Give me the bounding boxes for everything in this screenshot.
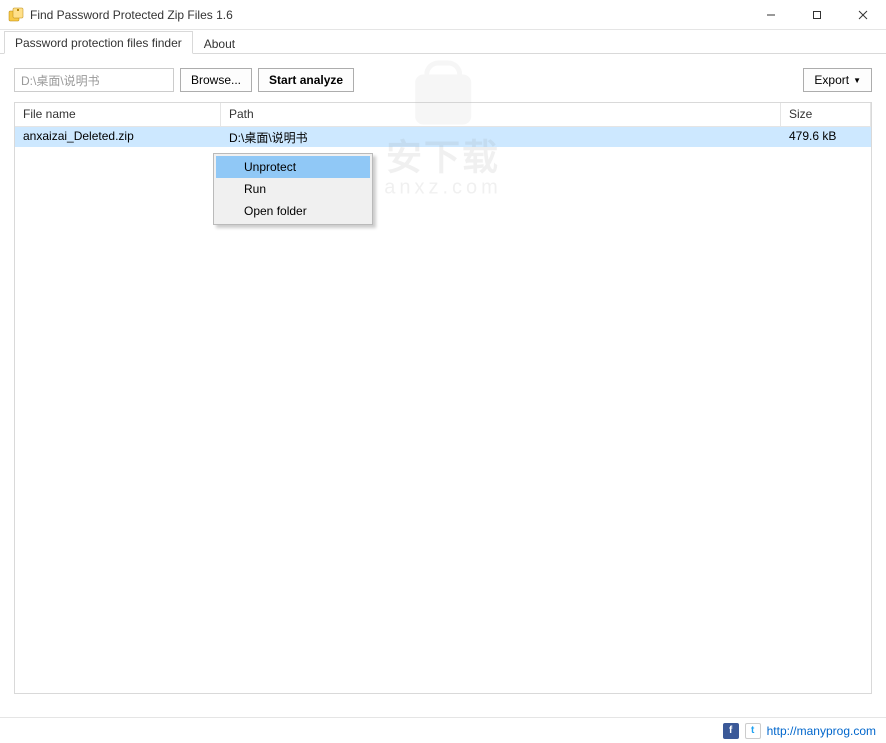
export-button[interactable]: Export ▼ (803, 68, 872, 92)
twitter-icon[interactable]: t (745, 723, 761, 739)
cell-filename: anxaizai_Deleted.zip (15, 127, 221, 147)
website-link[interactable]: http://manyprog.com (767, 724, 876, 738)
browse-button[interactable]: Browse... (180, 68, 252, 92)
app-icon (8, 7, 24, 23)
menu-item-open-folder[interactable]: Open folder (216, 200, 370, 222)
path-input[interactable] (14, 68, 174, 92)
toolbar: Browse... Start analyze Export ▼ (0, 54, 886, 102)
tab-finder[interactable]: Password protection files finder (4, 31, 193, 54)
close-button[interactable] (840, 0, 886, 29)
window-controls (748, 0, 886, 29)
cell-size: 479.6 kB (781, 127, 871, 147)
grid-body: anxaizai_Deleted.zip D:\桌面\说明书 479.6 kB … (15, 127, 871, 147)
menu-item-unprotect[interactable]: Unprotect (216, 156, 370, 178)
table-row[interactable]: anxaizai_Deleted.zip D:\桌面\说明书 479.6 kB (15, 127, 871, 147)
maximize-button[interactable] (794, 0, 840, 29)
cell-path: D:\桌面\说明书 (221, 127, 781, 147)
start-analyze-button[interactable]: Start analyze (258, 68, 354, 92)
column-header-size[interactable]: Size (781, 103, 871, 126)
window-title: Find Password Protected Zip Files 1.6 (30, 8, 748, 22)
results-grid: File name Path Size anxaizai_Deleted.zip… (14, 102, 872, 694)
watermark-text-2: anxz.com (384, 177, 502, 200)
export-label: Export (814, 73, 849, 87)
tab-about[interactable]: About (193, 32, 246, 54)
context-menu: Unprotect Run Open folder (213, 153, 373, 225)
column-header-filename[interactable]: File name (15, 103, 221, 126)
titlebar: Find Password Protected Zip Files 1.6 (0, 0, 886, 30)
menu-item-run[interactable]: Run (216, 178, 370, 200)
dropdown-arrow-icon: ▼ (853, 76, 861, 85)
column-header-path[interactable]: Path (221, 103, 781, 126)
minimize-button[interactable] (748, 0, 794, 29)
grid-header: File name Path Size (15, 103, 871, 127)
statusbar: f t http://manyprog.com (0, 717, 886, 743)
facebook-icon[interactable]: f (723, 723, 739, 739)
tabstrip: Password protection files finder About (0, 30, 886, 54)
